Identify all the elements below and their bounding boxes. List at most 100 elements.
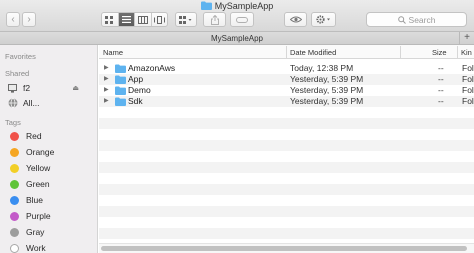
arrange-button[interactable] bbox=[175, 12, 197, 27]
row-date: Yesterday, 5:39 PM bbox=[290, 74, 364, 84]
search-icon bbox=[397, 15, 406, 24]
disclosure-triangle-icon[interactable]: ▶ bbox=[104, 85, 109, 96]
column-header-size[interactable]: Size bbox=[432, 48, 447, 57]
window-title-text: MySampleApp bbox=[214, 1, 274, 11]
disclosure-triangle-icon[interactable]: ▶ bbox=[104, 96, 109, 107]
sidebar-item-label: Red bbox=[26, 131, 42, 141]
sidebar-tag-red[interactable]: Red bbox=[8, 130, 42, 142]
icon-view-icon bbox=[105, 15, 114, 24]
list-view-icon bbox=[121, 16, 131, 23]
tag-dot-icon bbox=[10, 243, 19, 253]
sidebar-tag-work[interactable]: Work bbox=[8, 242, 46, 253]
column-view-button[interactable] bbox=[135, 13, 152, 26]
icon-view-button[interactable] bbox=[102, 13, 119, 26]
tag-dot-icon bbox=[10, 131, 19, 141]
quick-look-button[interactable] bbox=[284, 12, 307, 27]
empty-row bbox=[99, 228, 474, 239]
list-view-button[interactable] bbox=[118, 13, 135, 26]
back-button[interactable]: ‹ bbox=[6, 12, 20, 27]
sidebar-tag-blue[interactable]: Blue bbox=[8, 194, 43, 206]
sidebar-item-f2[interactable]: f2 ⏏ bbox=[8, 82, 90, 94]
search-field[interactable]: Search bbox=[366, 12, 467, 27]
eject-icon[interactable]: ⏏ bbox=[72, 84, 79, 92]
horizontal-scrollbar-thumb[interactable] bbox=[101, 246, 467, 251]
new-tab-button[interactable]: + bbox=[459, 32, 474, 45]
empty-row bbox=[99, 184, 474, 195]
empty-row bbox=[99, 206, 474, 217]
tag-icon bbox=[236, 16, 248, 23]
empty-row bbox=[99, 151, 474, 162]
tag-dot-icon bbox=[10, 179, 19, 189]
forward-button[interactable]: › bbox=[22, 12, 36, 27]
sidebar-item-label: Purple bbox=[26, 211, 51, 221]
tag-dot-icon bbox=[10, 163, 19, 173]
empty-row bbox=[99, 195, 474, 206]
empty-row bbox=[99, 162, 474, 173]
column-header-name[interactable]: Name bbox=[103, 48, 123, 57]
sidebar-tag-gray[interactable]: Gray bbox=[8, 226, 44, 238]
sidebar-tag-yellow[interactable]: Yellow bbox=[8, 162, 50, 174]
tag-dot-icon bbox=[10, 227, 19, 237]
row-kind: Fol bbox=[462, 85, 474, 95]
row-name: AmazonAws bbox=[128, 63, 176, 73]
column-header-date[interactable]: Date Modified bbox=[290, 48, 336, 57]
chevron-right-icon: › bbox=[27, 13, 31, 25]
row-size: -- bbox=[438, 63, 444, 73]
column-divider[interactable] bbox=[457, 46, 458, 58]
view-mode-switcher bbox=[101, 12, 168, 27]
sidebar-tag-purple[interactable]: Purple bbox=[8, 210, 51, 222]
disclosure-triangle-icon[interactable]: ▶ bbox=[104, 63, 109, 74]
network-globe-icon bbox=[8, 98, 18, 108]
gear-icon bbox=[315, 15, 330, 24]
toolbar: MySampleApp ‹ › Search bbox=[0, 0, 474, 32]
column-divider[interactable] bbox=[400, 46, 401, 58]
empty-row bbox=[99, 129, 474, 140]
table-row[interactable]: ▶ Sdk Yesterday, 5:39 PM -- Fol bbox=[99, 96, 474, 107]
row-name: Demo bbox=[128, 85, 151, 95]
row-date: Today, 12:38 PM bbox=[290, 63, 354, 73]
edit-tags-button[interactable] bbox=[230, 12, 254, 27]
tag-dot-icon bbox=[10, 211, 19, 221]
table-row[interactable]: ▶ App Yesterday, 5:39 PM -- Fol bbox=[99, 74, 474, 85]
sidebar-item-label: Green bbox=[26, 179, 50, 189]
share-button[interactable] bbox=[203, 12, 226, 27]
row-date: Yesterday, 5:39 PM bbox=[290, 85, 364, 95]
window-title: MySampleApp bbox=[0, 1, 474, 12]
sidebar-section-shared: Shared bbox=[5, 69, 30, 78]
cover-flow-icon bbox=[153, 15, 165, 24]
file-list: Name Date Modified Size Kin ▶ AmazonAws … bbox=[99, 45, 474, 253]
column-divider[interactable] bbox=[286, 46, 287, 58]
rows-container: ▶ AmazonAws Today, 12:38 PM -- Fol ▶ App… bbox=[99, 59, 474, 239]
sidebar-tag-orange[interactable]: Orange bbox=[8, 146, 54, 158]
table-row[interactable]: ▶ AmazonAws Today, 12:38 PM -- Fol bbox=[99, 63, 474, 74]
action-menu-button[interactable] bbox=[311, 12, 336, 27]
disclosure-triangle-icon[interactable]: ▶ bbox=[104, 74, 109, 85]
sidebar-item-all[interactable]: All... bbox=[8, 97, 40, 109]
sidebar-item-label: Gray bbox=[26, 227, 45, 237]
empty-row bbox=[99, 173, 474, 184]
sidebar-tag-green[interactable]: Green bbox=[8, 178, 50, 190]
sidebar-section-favorites: Favorites bbox=[5, 52, 36, 61]
column-header-row: Name Date Modified Size Kin bbox=[99, 45, 474, 59]
row-name: Sdk bbox=[128, 96, 143, 106]
row-date: Yesterday, 5:39 PM bbox=[290, 96, 364, 106]
sidebar-item-label: All... bbox=[23, 98, 40, 108]
gallery-view-button[interactable] bbox=[152, 13, 168, 26]
row-kind: Fol bbox=[462, 96, 474, 106]
sidebar-item-label: Yellow bbox=[26, 163, 51, 173]
row-size: -- bbox=[438, 85, 444, 95]
empty-row bbox=[99, 118, 474, 129]
empty-row bbox=[99, 107, 474, 118]
tag-dot-icon bbox=[10, 147, 19, 157]
column-header-kind[interactable]: Kin bbox=[461, 48, 472, 57]
sidebar-item-label: Work bbox=[26, 243, 46, 253]
tab-title[interactable]: MySampleApp bbox=[211, 34, 263, 43]
search-placeholder: Search bbox=[408, 14, 436, 25]
sidebar-item-label: f2 bbox=[23, 83, 31, 93]
table-row[interactable]: ▶ Demo Yesterday, 5:39 PM -- Fol bbox=[99, 85, 474, 96]
sidebar-section-tags: Tags bbox=[5, 118, 21, 127]
chevron-left-icon: ‹ bbox=[11, 13, 15, 25]
row-size: -- bbox=[438, 74, 444, 84]
row-kind: Fol bbox=[462, 63, 474, 73]
row-kind: Fol bbox=[462, 74, 474, 84]
